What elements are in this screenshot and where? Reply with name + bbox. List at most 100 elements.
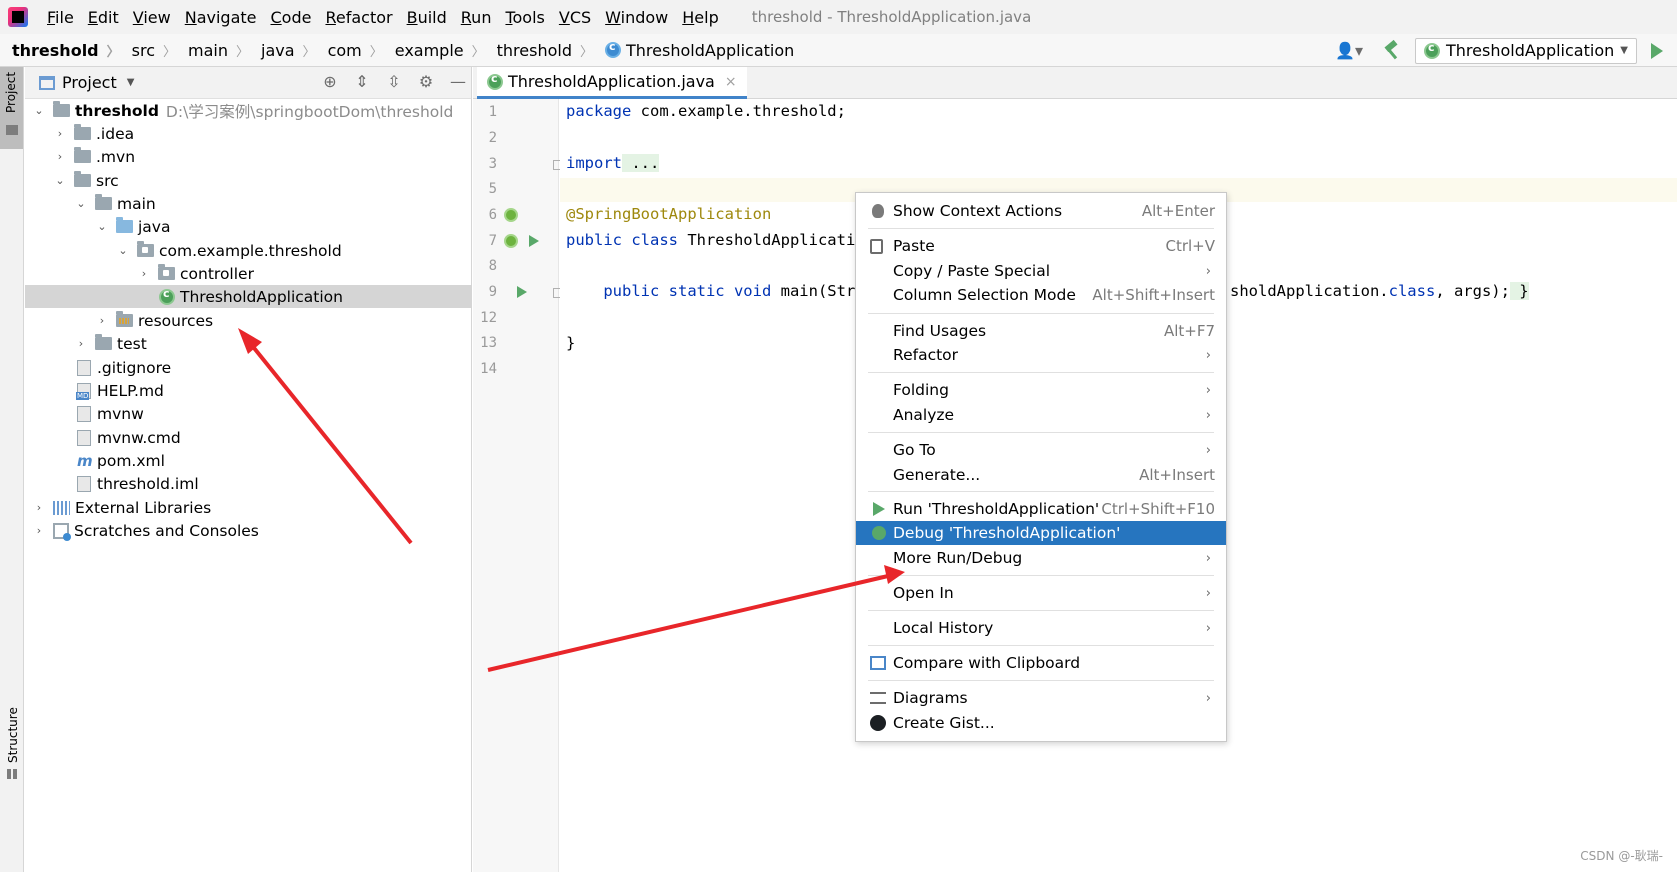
menu-show-context-actions[interactable]: Show Context Actions Alt+Enter xyxy=(856,199,1226,223)
spring-bean-icon[interactable] xyxy=(504,234,518,248)
menu-help[interactable]: Help xyxy=(675,8,725,27)
hide-minus-icon[interactable]: — xyxy=(449,73,467,91)
menu-create-gist[interactable]: Create Gist... xyxy=(856,711,1226,735)
maven-icon: m xyxy=(77,451,93,470)
chevron-down-icon[interactable]: ⌄ xyxy=(33,104,45,117)
tab-thresholdapplication-java[interactable]: ThresholdApplication.java × xyxy=(477,67,747,99)
chevron-right-icon[interactable]: › xyxy=(96,314,108,327)
tree-item-label: .idea xyxy=(96,124,135,143)
tree-item-help-md[interactable]: HELP.md xyxy=(25,379,472,402)
breadcrumb-main[interactable]: main 〉 xyxy=(176,41,249,60)
collapse-all-icon[interactable]: ⇳ xyxy=(385,73,403,91)
menu-open-in[interactable]: Open In › xyxy=(856,581,1226,605)
tree-item-external-libraries[interactable]: › External Libraries xyxy=(25,496,472,519)
menu-go-to[interactable]: Go To › xyxy=(856,438,1226,462)
project-view-select[interactable]: Project xyxy=(62,73,117,92)
tree-item-gitignore[interactable]: .gitignore xyxy=(25,356,472,379)
tree-item-mvnw-cmd[interactable]: mvnw.cmd xyxy=(25,426,472,449)
tree-item-scratches[interactable]: › Scratches and Consoles xyxy=(25,519,472,542)
menu-run-thresholdapplication[interactable]: Run 'ThresholdApplication' Ctrl+Shift+F1… xyxy=(856,497,1226,521)
tree-item-test[interactable]: › test xyxy=(25,332,472,355)
line-number: 7 xyxy=(488,233,497,249)
scratches-icon xyxy=(53,522,71,541)
tree-item-label: resources xyxy=(138,311,214,330)
gear-icon[interactable]: ⚙ xyxy=(417,73,435,91)
locate-crosshair-icon[interactable]: ⊕ xyxy=(321,73,339,91)
tree-item-main[interactable]: ⌄ main xyxy=(25,192,472,215)
tree-item-mvnw[interactable]: mvnw xyxy=(25,402,472,425)
menu-tools[interactable]: Tools xyxy=(498,8,551,27)
menu-folding[interactable]: Folding › xyxy=(856,378,1226,402)
code-line-9-tail: sholdApplication.class, args); } xyxy=(1230,282,1529,300)
structure-icon xyxy=(7,769,17,779)
menu-find-usages[interactable]: Find Usages Alt+F7 xyxy=(856,319,1226,343)
menu-navigate[interactable]: Navigate xyxy=(178,8,264,27)
menu-build[interactable]: Build xyxy=(400,8,454,27)
menu-column-selection-mode[interactable]: Column Selection Mode Alt+Shift+Insert xyxy=(856,283,1226,307)
chevron-down-icon[interactable]: ⌄ xyxy=(54,174,66,187)
chevron-right-icon[interactable]: › xyxy=(75,337,87,350)
menu-view[interactable]: View xyxy=(126,8,178,27)
tree-item-label: threshold xyxy=(75,101,159,120)
menu-analyze[interactable]: Analyze › xyxy=(856,403,1226,427)
breadcrumb-src[interactable]: src 〉 xyxy=(120,41,176,60)
breadcrumb-com[interactable]: com 〉 xyxy=(316,41,383,60)
tree-item-java[interactable]: ⌄ java xyxy=(25,215,472,238)
chevron-right-icon[interactable]: › xyxy=(33,501,45,514)
menu-local-history[interactable]: Local History › xyxy=(856,616,1226,640)
menu-more-run-debug[interactable]: More Run/Debug › xyxy=(856,546,1226,570)
run-gutter-icon[interactable] xyxy=(529,235,539,247)
code-line-9: public static void main(Str xyxy=(566,282,856,300)
menu-diagrams[interactable]: Diagrams › xyxy=(856,686,1226,710)
tree-item-thresholdapplication[interactable]: ThresholdApplication xyxy=(25,285,472,308)
menu-compare-with-clipboard[interactable]: Compare with Clipboard xyxy=(856,651,1226,675)
tree-item-package[interactable]: ⌄ com.example.threshold xyxy=(25,239,472,262)
tree-item-threshold[interactable]: ⌄ threshold D:\学习案例\springbootDom\thresh… xyxy=(25,99,472,122)
menu-code[interactable]: Code xyxy=(264,8,319,27)
chevron-right-icon[interactable]: › xyxy=(33,524,45,537)
breadcrumb-threshold[interactable]: threshold 〉 xyxy=(0,41,120,60)
chevron-right-icon[interactable]: › xyxy=(54,127,66,140)
tree-item-pom-xml[interactable]: m pom.xml xyxy=(25,449,472,472)
tree-item-controller[interactable]: › controller xyxy=(25,262,472,285)
menu-edit[interactable]: Edit xyxy=(81,8,126,27)
menu-window[interactable]: Window xyxy=(598,8,675,27)
breadcrumb-example[interactable]: example 〉 xyxy=(383,41,485,60)
run-gutter-icon[interactable] xyxy=(517,286,527,298)
close-icon[interactable]: × xyxy=(725,74,737,90)
spring-bean-icon[interactable] xyxy=(504,208,518,222)
tree-item-mvn[interactable]: › .mvn xyxy=(25,145,472,168)
folder-icon xyxy=(74,147,91,163)
tree-item-src[interactable]: ⌄ src xyxy=(25,169,472,192)
menu-debug-thresholdapplication[interactable]: Debug 'ThresholdApplication' xyxy=(856,521,1226,545)
chevron-down-icon[interactable]: ⌄ xyxy=(117,244,129,257)
menu-file[interactable]: File xyxy=(40,8,81,27)
menu-refactor[interactable]: Refactor xyxy=(318,8,399,27)
menu-vcs[interactable]: VCS xyxy=(552,8,598,27)
tree-item-idea[interactable]: › .idea xyxy=(25,122,472,145)
chevron-right-icon[interactable]: › xyxy=(54,150,66,163)
menu-bar: File Edit View Navigate Code Refactor Bu… xyxy=(0,0,1677,34)
menu-generate[interactable]: Generate... Alt+Insert xyxy=(856,463,1226,487)
breadcrumb-current-class[interactable]: ThresholdApplication xyxy=(593,40,794,60)
chevron-down-icon[interactable]: ⌄ xyxy=(96,220,108,233)
build-hammer-icon[interactable] xyxy=(1383,42,1401,60)
run-icon[interactable] xyxy=(1651,42,1663,59)
user-account-icon[interactable]: 👤▾ xyxy=(1335,41,1363,60)
expand-all-icon[interactable]: ⇕ xyxy=(353,73,371,91)
chevron-right-icon[interactable]: › xyxy=(138,267,150,280)
breadcrumb-threshold-package[interactable]: threshold 〉 xyxy=(485,41,593,60)
menu-paste[interactable]: Paste Ctrl+V xyxy=(856,234,1226,258)
run-configuration-select[interactable]: ThresholdApplication ▼ xyxy=(1415,37,1637,64)
structure-tool-button[interactable]: Structure xyxy=(0,707,23,787)
chevron-right-icon: › xyxy=(1205,442,1211,458)
tree-item-resources[interactable]: › resources xyxy=(25,309,472,332)
project-tool-button[interactable]: Project xyxy=(0,67,23,149)
menu-run[interactable]: Run xyxy=(454,8,499,27)
menu-refactor[interactable]: Refactor › xyxy=(856,343,1226,367)
breadcrumb-java[interactable]: java 〉 xyxy=(249,41,316,60)
chevron-down-icon[interactable]: ▼ xyxy=(127,77,135,88)
menu-copy-paste-special[interactable]: Copy / Paste Special › xyxy=(856,259,1226,283)
tree-item-threshold-iml[interactable]: threshold.iml xyxy=(25,472,472,495)
chevron-down-icon[interactable]: ⌄ xyxy=(75,197,87,210)
